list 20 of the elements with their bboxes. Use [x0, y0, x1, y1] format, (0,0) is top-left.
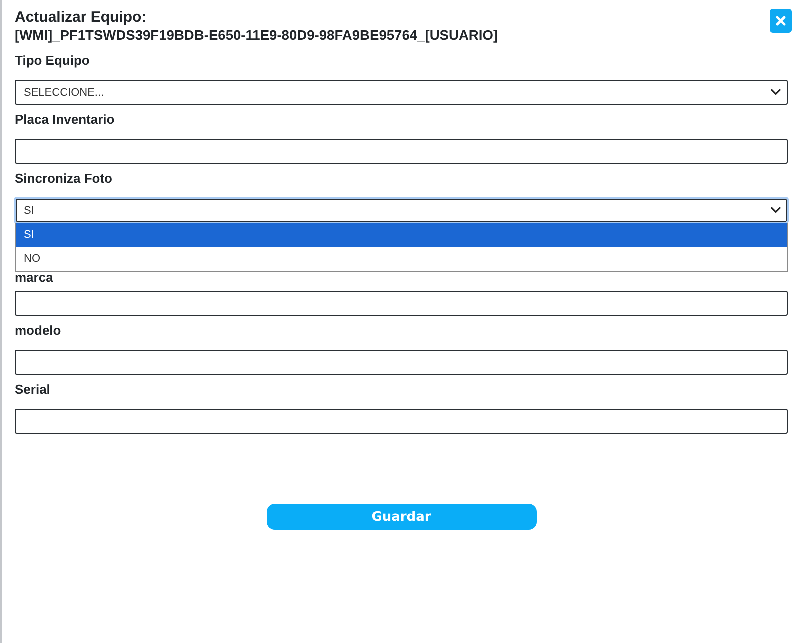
text-field[interactable]	[15, 409, 788, 434]
field-label: modelo	[15, 322, 62, 340]
text-field[interactable]	[15, 350, 788, 375]
text-field[interactable]	[15, 291, 788, 316]
dropdown-option[interactable]: NO	[16, 247, 787, 271]
dropdown-field[interactable]: SI	[14, 197, 789, 224]
dialog-title: Actualizar Equipo:	[15, 9, 148, 27]
chevron-down-icon	[771, 89, 781, 96]
close-icon	[776, 16, 786, 26]
field-label: marca	[15, 271, 54, 285]
dialog-subtitle: [WMI]_PF1TSWDS39F19BDB-E650-11E9-80D9-98FA9BE95764_[USUARIO]	[15, 27, 498, 44]
field-label: Tipo Equipo	[15, 52, 90, 70]
field-label: Placa Inventario	[15, 111, 115, 129]
field-label: Sincroniza Foto	[15, 170, 112, 188]
field-label: Serial	[15, 381, 50, 399]
text-field[interactable]	[15, 139, 788, 164]
chevron-down-icon	[771, 207, 781, 214]
dropdown-option[interactable]: SI	[16, 223, 787, 247]
close-button[interactable]	[770, 9, 792, 33]
dropdown-field[interactable]: SELECCIONE...	[15, 80, 788, 105]
